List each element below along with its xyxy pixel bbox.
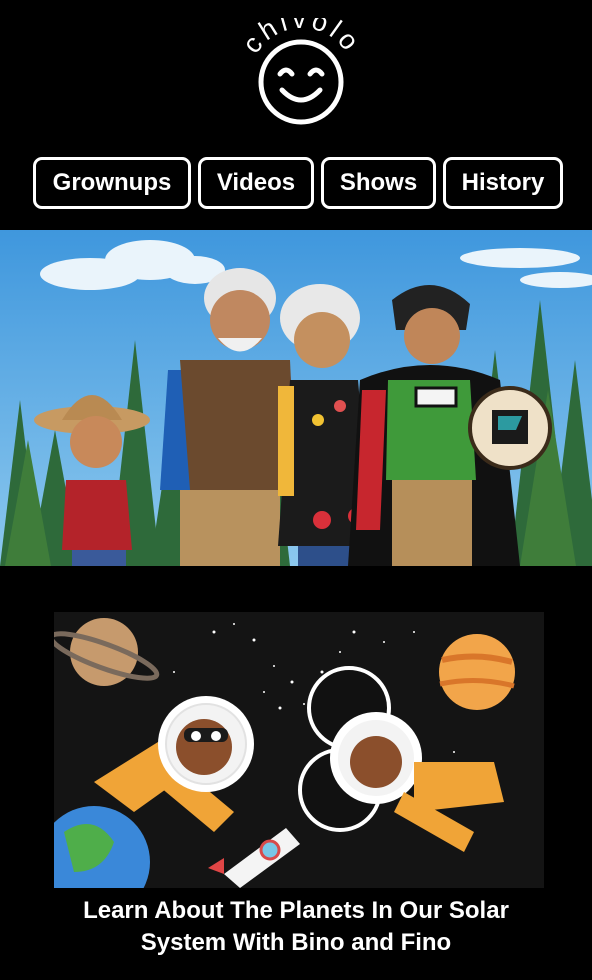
featured-video-title[interactable]: Learn About The Planets In Our Solar Sys… [40, 895, 552, 959]
jupiter-planet [439, 634, 515, 710]
nav-videos-button[interactable]: Videos [198, 157, 314, 209]
svg-text:chivolo: chivolo [237, 18, 366, 59]
chivolo-logo[interactable]: chivolo [236, 18, 366, 128]
featured-video-thumbnail[interactable] [54, 612, 544, 888]
nav-grownups-button[interactable]: Grownups [33, 157, 191, 209]
space-astronauts-thumbnail [54, 612, 544, 888]
nav-history-button[interactable]: History [443, 157, 563, 209]
logo-wordmark: chivolo [237, 18, 364, 59]
hero-illustration [0, 230, 592, 566]
main-nav: Grownups Videos Shows History [33, 157, 563, 213]
hero-banner-image[interactable] [0, 230, 592, 566]
nav-shows-button[interactable]: Shows [321, 157, 436, 209]
smiley-face-icon: chivolo [237, 18, 366, 125]
